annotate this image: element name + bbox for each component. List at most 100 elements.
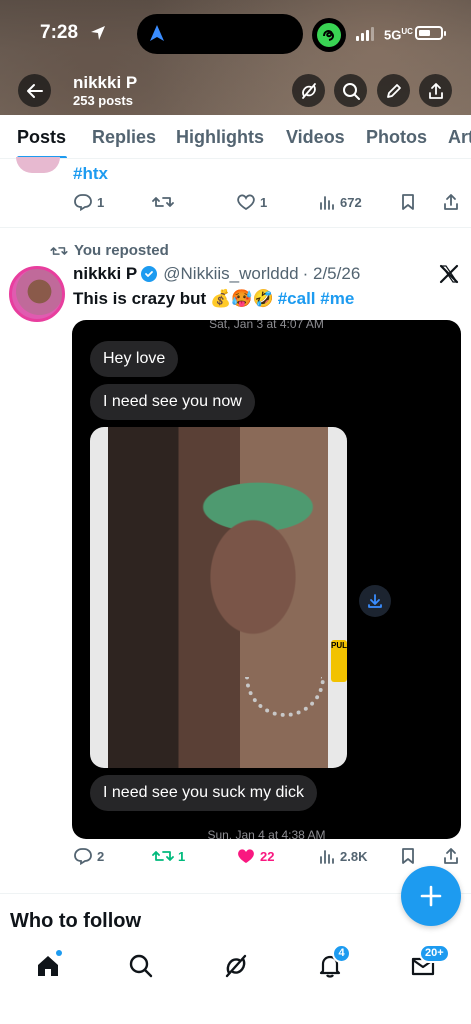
tab-posts[interactable]: Posts [17,127,66,148]
app-activity-icon [312,18,346,52]
chat-bubble: Hey love [90,341,179,377]
repost-indicator: You reposted [50,242,169,259]
view-count: 672 [340,194,362,210]
download-button[interactable] [359,585,391,617]
post-text: This is crazy but 💰🥵🤣 #call #me [73,289,354,309]
signal-icon [356,27,374,41]
views-button[interactable]: 672 [318,193,362,211]
bottom-nav: 4 20+ [0,940,471,1024]
retweet-count: 1 [178,848,186,864]
post-emojis: 💰🥵🤣 [210,289,274,309]
share-post-button[interactable] [443,193,459,211]
nav-grok[interactable] [218,948,254,984]
like-count: 22 [260,848,275,864]
post-media[interactable]: Sat, Jan 3 at 4:07 AM Hey love I need se… [72,320,461,839]
grok-icon [301,82,316,99]
share-post-button[interactable] [443,847,459,865]
post-text-body: This is crazy but [73,289,207,308]
battery-icon [415,26,446,40]
photo-content [108,427,328,768]
chat-timestamp: Sun, Jan 4 at 4:38 AM [207,828,326,839]
tab-replies[interactable]: Replies [92,127,156,148]
grok-icon [225,954,247,978]
share-icon [444,848,458,864]
profile-name: nikkki P [73,73,138,92]
bookmark-button[interactable] [400,193,416,211]
bookmark-button[interactable] [400,847,416,865]
chat-bubble: I need see you suck my dick [90,775,317,811]
retweet-button[interactable]: 1 [152,847,185,865]
author-handle[interactable]: @Nikkiis_worlddd [163,264,298,284]
author-name[interactable]: nikkki P [73,264,137,284]
nav-home[interactable] [30,948,66,984]
reply-button[interactable]: 2 [73,847,104,865]
tab-photos[interactable]: Photos [366,127,427,148]
plus-icon [420,885,442,907]
like-button[interactable]: 22 [236,847,274,865]
like-count: 1 [260,194,268,210]
download-icon [368,594,382,608]
repost-label: You reposted [74,242,169,259]
who-to-follow-heading: Who to follow [10,910,142,932]
share-icon [444,194,458,210]
back-button[interactable] [18,74,51,107]
location-arrow-icon [90,25,106,46]
tab-articles[interactable]: Art [448,127,471,148]
tab-highlights[interactable]: Highlights [176,127,264,148]
tab-videos[interactable]: Videos [286,127,345,148]
nav-search[interactable] [123,948,159,984]
unread-dot [56,950,62,956]
retweet-button[interactable] [152,193,174,211]
share-button[interactable] [419,74,452,107]
avatar[interactable] [9,266,65,322]
retweet-icon [152,851,174,861]
reply-icon [74,848,92,865]
reply-icon [74,194,92,211]
network-label: 5GUC [384,27,413,43]
nav-notifications[interactable]: 4 [312,944,351,984]
post-date: · 2/5/26 [302,264,361,283]
search-icon [129,954,153,978]
messages-badge: 20+ [419,944,450,963]
views-icon [320,850,334,864]
verified-badge-icon [141,266,158,282]
avatar[interactable] [16,157,60,173]
post-author-row: nikkki P @Nikkiis_worlddd · 2/5/26 [73,264,360,284]
reply-count: 2 [97,848,105,864]
navigation-icon [149,24,165,47]
reply-count: 1 [97,194,105,210]
heart-icon [238,849,254,863]
chat-bubble: I need see you now [90,384,255,420]
back-icon [26,83,43,98]
hashtag-link[interactable]: #call #me [278,289,355,309]
views-icon [320,196,334,210]
share-icon [428,82,443,99]
notifications-badge: 4 [332,944,351,963]
edit-button[interactable] [377,74,410,107]
edit-icon [386,83,401,98]
post-divider [0,227,471,228]
nav-messages[interactable]: 20+ [405,944,450,984]
chat-photo [90,427,347,768]
post-actions: 1 1 672 [0,193,471,217]
pull-tab: PULL [331,640,352,682]
views-button[interactable]: 2.8K [318,847,367,865]
retweet-icon [50,246,68,255]
bookmark-icon [402,848,414,864]
like-button[interactable]: 1 [236,193,267,211]
bookmark-icon [402,194,414,210]
compose-post-button[interactable] [401,866,461,926]
heart-icon [237,194,255,211]
retweet-icon [152,197,174,207]
profile-tabs: Posts Replies Highlights Videos Photos A… [0,115,471,159]
chat-timestamp: Sat, Jan 3 at 4:07 AM [209,320,324,331]
profile-header: 7:28 5GUC nikkki P 253 posts [0,0,471,115]
reply-button[interactable]: 1 [73,193,104,211]
post-count: 253 posts [73,93,133,108]
x-logo-icon [439,264,459,289]
hashtag-link[interactable]: #htx [73,164,108,184]
view-count: 2.8K [340,848,368,864]
grok-button[interactable] [292,74,325,107]
status-time: 7:28 [40,22,79,43]
search-button[interactable] [334,74,367,107]
